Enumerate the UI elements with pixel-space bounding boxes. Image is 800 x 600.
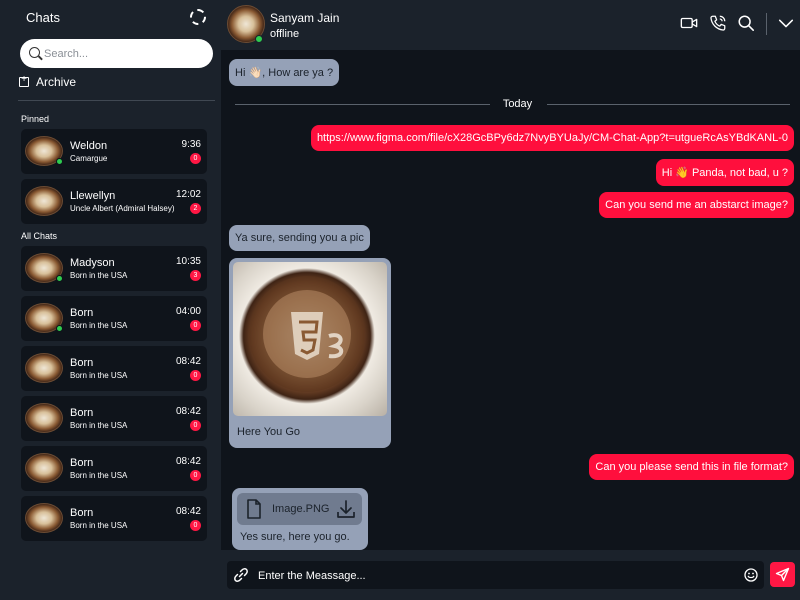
message-input[interactable]: [258, 567, 718, 584]
date-divider: Today: [235, 98, 790, 112]
chat-time: 04:00: [175, 306, 201, 317]
unread-badge: 0: [190, 520, 201, 531]
chat-preview: Born in the USA: [70, 371, 128, 380]
unread-badge: 0: [190, 320, 201, 331]
header-divider: [766, 13, 767, 35]
chat-preview: Camargue: [70, 154, 108, 163]
avatar: [25, 186, 63, 216]
chat-preview: Born in the USA: [70, 471, 128, 480]
chat-name: Born: [70, 507, 94, 519]
outgoing-message: Can you send me an abstarct image?: [599, 192, 794, 218]
online-indicator: [56, 325, 63, 332]
video-call-icon[interactable]: [680, 14, 698, 32]
file-caption: Yes sure, here you go.: [240, 531, 350, 543]
divider: [18, 100, 215, 101]
chat-name: Born: [70, 307, 94, 319]
chat-item-weldon[interactable]: Weldon Camargue 9:36 0: [21, 129, 207, 174]
file-attachment[interactable]: Image.PNG: [237, 493, 362, 525]
unread-badge: 0: [190, 370, 201, 381]
avatar: [25, 353, 63, 383]
download-icon[interactable]: [336, 499, 356, 519]
chevron-down-icon[interactable]: [777, 14, 795, 32]
unread-badge: 0: [190, 153, 201, 164]
chat-item-madyson[interactable]: Madyson Born in the USA 10:35 3: [21, 246, 207, 291]
date-divider-line: [235, 104, 490, 105]
incoming-message: Ya sure, sending you a pic: [229, 225, 370, 251]
chat-item-born[interactable]: Born Born in the USA 08:42 0: [21, 396, 207, 441]
chat-name: Born: [70, 457, 94, 469]
chat-item-born[interactable]: Born Born in the USA 08:42 0: [21, 446, 207, 491]
avatar: [25, 403, 63, 433]
unread-badge: 0: [190, 470, 201, 481]
chat-time: 9:36: [181, 139, 201, 150]
chat-preview: Born in the USA: [70, 421, 128, 430]
chat-item-llewellyn[interactable]: Llewellyn Uncle Albert (Admiral Halsey) …: [21, 179, 207, 224]
avatar: [25, 453, 63, 483]
file-icon: [247, 499, 261, 519]
chat-name: Born: [70, 407, 94, 419]
outgoing-message: Hi 👋 Panda, not bad, u ?: [655, 159, 794, 186]
message-composer: [227, 561, 764, 589]
latte-art-image: [249, 276, 365, 392]
attachment-icon[interactable]: [233, 567, 249, 583]
pinned-section-label: Pinned: [21, 114, 50, 124]
file-name: Image.PNG: [272, 503, 330, 515]
online-indicator: [56, 158, 63, 165]
outgoing-message: Can you please send this in file format?: [589, 454, 794, 480]
chat-panel: Sanyam Jain offline Hi 👋🏻, How are ya ? …: [221, 0, 800, 600]
chat-item-born[interactable]: Born Born in the USA 04:00 0: [21, 296, 207, 341]
date-divider-label: Today: [502, 98, 533, 110]
send-icon: [775, 567, 790, 582]
online-indicator: [56, 275, 63, 282]
chat-item-born[interactable]: Born Born in the USA 08:42 0: [21, 346, 207, 391]
sidebar-header: Chats: [0, 0, 221, 36]
chat-name: Llewellyn: [70, 190, 116, 202]
chat-preview: Born in the USA: [70, 521, 128, 530]
archive-label: Archive: [36, 75, 77, 89]
sidebar: Chats Archive Pinned Weldon Camargue 9:3…: [0, 0, 221, 600]
chat-time: 12:02: [175, 189, 201, 200]
phone-call-icon[interactable]: [709, 14, 727, 32]
emoji-icon[interactable]: [744, 568, 758, 582]
incoming-message: Hi 👋🏻, How are ya ?: [229, 59, 340, 86]
image-message: Here You Go: [229, 258, 391, 448]
contact-status: offline: [270, 28, 300, 40]
chat-preview: Uncle Albert (Admiral Halsey): [70, 204, 175, 213]
chat-item-born[interactable]: Born Born in the USA 08:42 0: [21, 496, 207, 541]
search-icon: [29, 47, 40, 58]
new-chat-icon[interactable]: [190, 9, 206, 25]
chat-time: 10:35: [175, 256, 201, 267]
contact-name[interactable]: Sanyam Jain: [270, 11, 339, 25]
archive-icon: [19, 74, 29, 87]
unread-badge: 3: [190, 270, 201, 281]
search-icon[interactable]: [737, 14, 755, 32]
chat-name: Born: [70, 357, 94, 369]
sidebar-title: Chats: [26, 10, 60, 25]
outgoing-message[interactable]: https://www.figma.com/file/cX28GcBPy6dz7…: [310, 125, 794, 151]
archive-button[interactable]: Archive: [19, 74, 139, 90]
avatar: [25, 503, 63, 533]
message-list[interactable]: Hi 👋🏻, How are ya ? Today https://www.fi…: [221, 50, 800, 550]
unread-badge: 2: [190, 203, 201, 214]
send-button[interactable]: [770, 562, 795, 587]
chat-time: 08:42: [175, 506, 201, 517]
chat-preview: Born in the USA: [70, 271, 128, 280]
chat-name: Madyson: [70, 257, 115, 269]
chat-name: Weldon: [70, 140, 108, 152]
search-box[interactable]: [20, 39, 213, 68]
chat-time: 08:42: [175, 406, 201, 417]
chat-time: 08:42: [175, 356, 201, 367]
chat-preview: Born in the USA: [70, 321, 128, 330]
unread-badge: 0: [190, 420, 201, 431]
all-chats-section-label: All Chats: [21, 231, 58, 241]
file-message: Image.PNG Yes sure, here you go.: [232, 488, 368, 550]
chat-time: 08:42: [175, 456, 201, 467]
chat-header: Sanyam Jain offline: [221, 0, 800, 48]
search-input[interactable]: [44, 45, 204, 62]
online-indicator: [255, 35, 263, 43]
image-caption: Here You Go: [237, 426, 300, 438]
date-divider-line: [547, 104, 790, 105]
shared-image[interactable]: [233, 262, 387, 416]
